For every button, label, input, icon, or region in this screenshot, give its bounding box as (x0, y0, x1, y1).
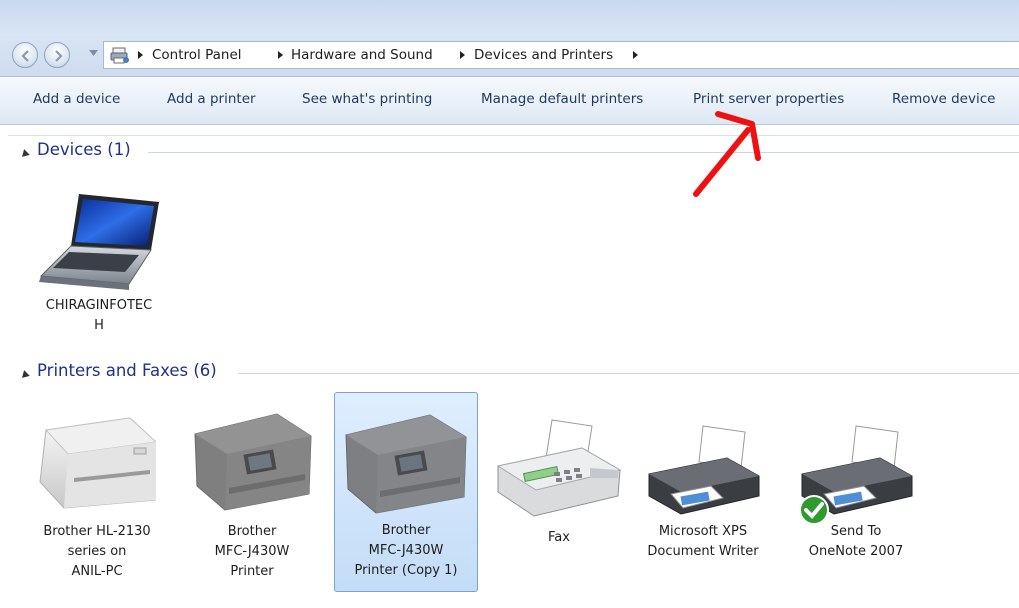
red-annotation-arrow-icon (693, 111, 761, 197)
breadcrumb-separator-icon[interactable] (460, 51, 465, 59)
printer-label: Send To OneNote 2007 (792, 522, 920, 562)
printer-label: Brother HL-2130 series on ANIL-PC (38, 522, 156, 582)
printer-label-line: series on (67, 544, 127, 559)
see-whats-printing-button[interactable]: See what's printing (302, 91, 432, 107)
printer-label-line: ANIL-PC (71, 564, 123, 579)
printer-item-fax[interactable]: Fax (494, 418, 624, 548)
add-device-button[interactable]: Add a device (33, 91, 120, 107)
device-label-line: H (94, 318, 104, 333)
device-label: CHIRAGINFOTEC H (39, 296, 159, 336)
printer-label-line: Brother (381, 523, 431, 538)
laptop-icon (39, 194, 159, 290)
printer-label-line: Brother (227, 524, 277, 539)
devices-group-header[interactable]: Devices (1) (0, 140, 1019, 164)
printer-label: Brother MFC-J430W Printer (Copy 1) (335, 521, 477, 581)
printers-group-header[interactable]: Printers and Faxes (6) (0, 361, 1019, 385)
collapse-triangle-icon[interactable] (20, 369, 30, 378)
device-item-chiraginfotech[interactable]: CHIRAGINFOTEC H (39, 188, 159, 336)
add-printer-button[interactable]: Add a printer (167, 91, 256, 107)
address-bar: Control Panel Hardware and Sound Devices… (0, 0, 1019, 77)
back-button[interactable] (12, 42, 38, 68)
collapse-triangle-icon[interactable] (20, 148, 30, 157)
printer-label-line: OneNote 2007 (808, 544, 904, 559)
recent-pages-chevron-down-icon[interactable] (89, 50, 98, 56)
device-label-line: CHIRAGINFOTEC (45, 298, 153, 313)
command-bar: Add a device Add a printer See what's pr… (0, 77, 1019, 125)
breadcrumb-hardware-and-sound[interactable]: Hardware and Sound (291, 47, 433, 63)
printer-label: Brother MFC-J430W Printer (193, 522, 311, 582)
printer-label-line: Printer (Copy 1) (354, 563, 458, 578)
printer-label-line: Microsoft XPS (658, 524, 748, 539)
manage-default-printers-button[interactable]: Manage default printers (481, 91, 643, 107)
printer-label-line: MFC-J430W (368, 543, 444, 558)
printer-icon (648, 425, 760, 515)
printer-label: Fax (494, 528, 624, 548)
multifunction-printer-icon (345, 414, 467, 514)
divider (8, 135, 1019, 136)
printer-label-line: Document Writer (647, 544, 759, 559)
default-printer-check-icon (799, 495, 829, 525)
forward-arrow-icon (55, 50, 63, 62)
multifunction-printer-icon (194, 413, 312, 511)
back-arrow-icon (21, 50, 29, 62)
printer-item-send-to-onenote[interactable]: Send To OneNote 2007 (792, 424, 920, 562)
printer-label-line: Printer (230, 564, 274, 579)
devices-and-printers-icon (110, 47, 129, 64)
printers-group-title: Printers and Faxes (6) (37, 361, 227, 380)
printer-label-line: Fax (548, 530, 570, 545)
breadcrumb-control-panel[interactable]: Control Panel (152, 47, 242, 63)
forward-button[interactable] (44, 42, 70, 68)
breadcrumb-separator-icon[interactable] (278, 51, 283, 59)
breadcrumb[interactable]: Control Panel Hardware and Sound Devices… (103, 41, 1019, 69)
printer-item-microsoft-xps[interactable]: Microsoft XPS Document Writer (639, 424, 767, 562)
printer-label-line: Brother HL-2130 (43, 524, 151, 539)
breadcrumb-separator-icon[interactable] (138, 51, 143, 59)
remove-device-button[interactable]: Remove device (892, 91, 995, 107)
fax-icon (496, 419, 622, 517)
printer-item-brother-mfc-j430w-copy1[interactable]: Brother MFC-J430W Printer (Copy 1) (334, 392, 478, 592)
devices-group-title: Devices (1) (37, 140, 141, 159)
printer-label: Microsoft XPS Document Writer (639, 522, 767, 562)
group-divider (148, 152, 1019, 153)
breadcrumb-separator-icon[interactable] (633, 51, 638, 59)
breadcrumb-devices-and-printers[interactable]: Devices and Printers (474, 47, 613, 63)
printer-item-brother-mfc-j430w[interactable]: Brother MFC-J430W Printer (193, 408, 312, 582)
laser-printer-icon (39, 417, 158, 509)
group-divider (238, 373, 1019, 374)
printer-item-brother-hl-2130[interactable]: Brother HL-2130 series on ANIL-PC (38, 408, 158, 582)
printer-label-line: MFC-J430W (214, 544, 290, 559)
